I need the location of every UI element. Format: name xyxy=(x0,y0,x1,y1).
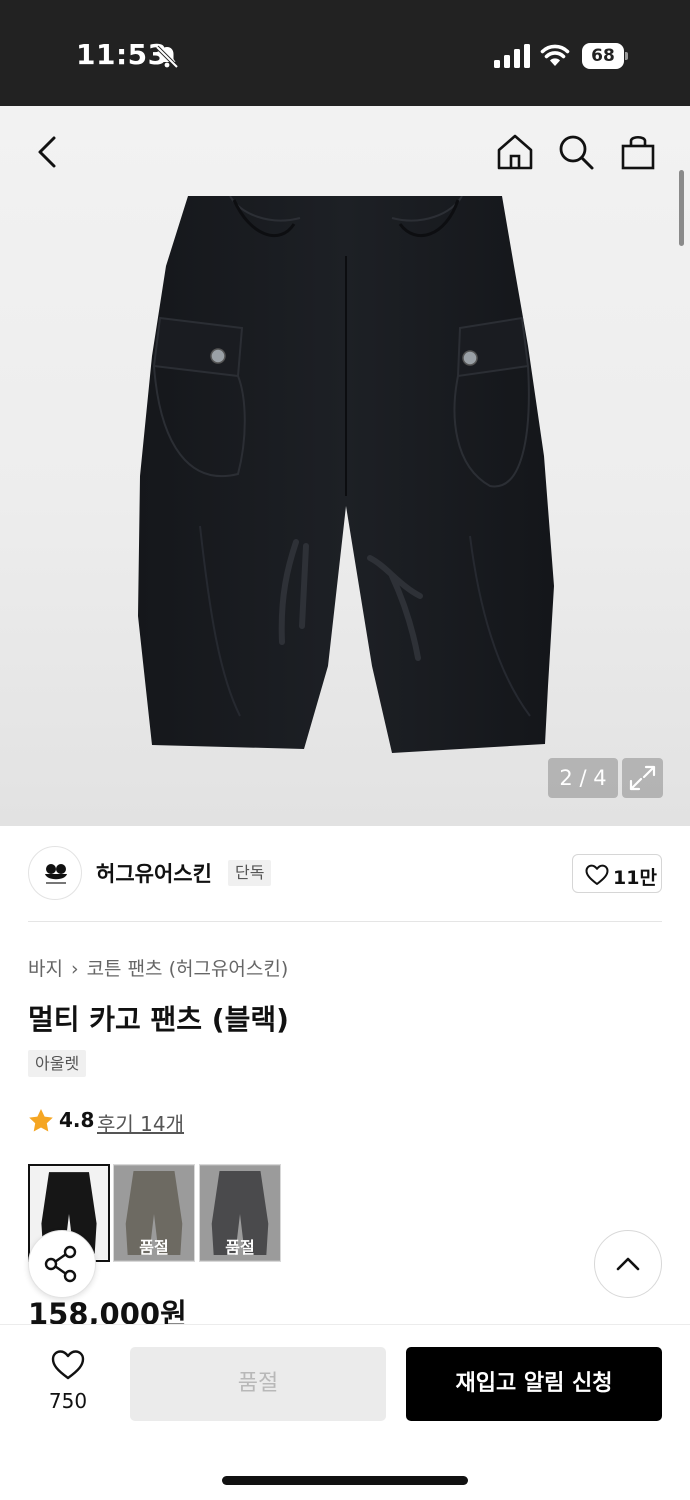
cellular-signal-icon xyxy=(494,44,530,68)
expand-icon xyxy=(629,765,656,791)
brand-row[interactable]: 허그유어스킨 단독 11만 xyxy=(0,826,690,922)
home-button[interactable] xyxy=(493,130,537,174)
search-button[interactable] xyxy=(554,130,598,174)
heart-outline-icon xyxy=(51,1350,85,1380)
chevron-left-icon xyxy=(38,136,56,168)
breadcrumb-category[interactable]: 바지 xyxy=(28,958,63,980)
wishlist-count: 750 xyxy=(48,1389,88,1413)
wishlist-button[interactable]: 750 xyxy=(38,1349,98,1419)
product-title: 멀티 카고 팬츠 (블랙) xyxy=(28,1003,289,1036)
brand-like-count: 11만 xyxy=(613,867,657,889)
back-button[interactable] xyxy=(26,130,70,174)
home-indicator[interactable] xyxy=(222,1476,468,1485)
share-button[interactable] xyxy=(28,1230,96,1298)
color-swatch-khaki[interactable]: 품절 xyxy=(113,1164,195,1262)
battery-indicator: 68 xyxy=(582,43,628,69)
breadcrumb: 바지 › 코튼 팬츠 (허그유어스킨) xyxy=(28,954,288,981)
status-bar: 11:53 68 xyxy=(0,0,690,106)
share-icon xyxy=(44,1245,77,1283)
soldout-label: 품절 xyxy=(225,1238,255,1257)
chevron-up-icon xyxy=(616,1257,640,1271)
shopping-bag-icon xyxy=(621,135,655,170)
exclusive-badge: 단독 xyxy=(228,860,272,886)
wifi-icon xyxy=(540,44,570,66)
product-price: 158,000원 xyxy=(28,1297,187,1324)
chevron-right-icon: › xyxy=(70,958,79,980)
bottom-action-bar: 750 품절 재입고 알림 신청 xyxy=(0,1324,690,1500)
search-icon xyxy=(559,135,594,170)
scroll-to-top-button[interactable] xyxy=(594,1230,662,1298)
soldout-label: 품절 xyxy=(139,1238,169,1257)
top-navigation xyxy=(0,106,690,198)
heart-outline-icon xyxy=(585,864,609,885)
review-link[interactable]: 후기 14개 xyxy=(97,1108,184,1137)
expand-image-button[interactable] xyxy=(622,758,663,798)
soldout-button: 품절 xyxy=(130,1347,386,1421)
product-photo xyxy=(138,196,554,753)
brand-logo-icon xyxy=(45,864,67,884)
home-icon xyxy=(497,134,533,170)
rating-score: 4.8 xyxy=(59,1108,95,1132)
restock-alert-button[interactable]: 재입고 알림 신청 xyxy=(406,1347,662,1421)
breadcrumb-subcategory[interactable]: 코튼 팬츠 (허그유어스킨) xyxy=(87,958,289,980)
image-counter: 2 / 4 xyxy=(548,758,618,798)
cart-button[interactable] xyxy=(616,130,660,174)
star-icon xyxy=(29,1109,53,1132)
brand-logo[interactable] xyxy=(28,846,82,900)
brand-name[interactable]: 허그유어스킨 xyxy=(96,858,212,888)
outlet-badge: 아울렛 xyxy=(28,1050,87,1077)
bell-muted-icon xyxy=(155,45,179,69)
scrollbar[interactable] xyxy=(679,170,684,246)
divider xyxy=(28,921,662,922)
battery-level: 68 xyxy=(582,43,624,69)
brand-like-button[interactable]: 11만 xyxy=(572,854,662,893)
color-swatch-charcoal[interactable]: 품절 xyxy=(199,1164,281,1262)
